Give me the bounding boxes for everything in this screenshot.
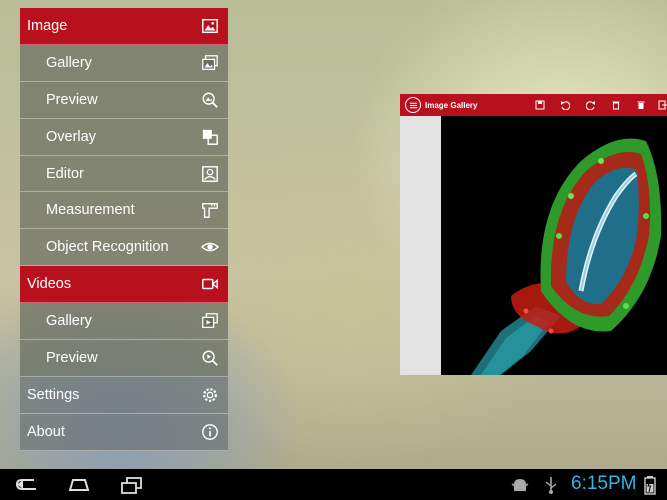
microscopy-image-graphic [441, 116, 667, 375]
video-camera-icon [200, 274, 220, 294]
menu-item-label: Preview [46, 91, 98, 108]
overlay-icon [200, 127, 220, 147]
video-preview-icon [200, 348, 220, 368]
menu-item-label: Gallery [46, 54, 92, 71]
rotate-right-icon[interactable] [584, 98, 598, 112]
menu-item-about[interactable]: About [20, 413, 228, 451]
menu-header-videos-label: Videos [27, 276, 72, 293]
video-gallery-icon [200, 311, 220, 331]
info-icon [200, 422, 220, 442]
back-icon[interactable] [14, 475, 40, 495]
side-menu: Image Gallery Preview Overlay Editor Mea… [20, 8, 228, 451]
menu-item-settings[interactable]: Settings [20, 376, 228, 414]
menu-item-label: Settings [27, 386, 80, 403]
gallery-title: Image Gallery [425, 100, 478, 110]
editor-icon [200, 164, 220, 184]
menu-item-video-preview[interactable]: Preview [20, 340, 228, 377]
android-debug-icon [511, 479, 529, 491]
menu-item-image-preview[interactable]: Preview [20, 81, 228, 119]
menu-item-editor[interactable]: Editor [20, 155, 228, 193]
menu-header-videos[interactable]: Videos [20, 266, 228, 304]
battery-icon [644, 476, 656, 495]
image-gallery-window: Image Gallery [400, 94, 667, 375]
exit-icon[interactable] [656, 98, 667, 112]
menu-item-label: About [27, 423, 65, 440]
hamburger-menu-icon[interactable] [405, 97, 421, 113]
gallery-icon [200, 53, 220, 73]
recent-apps-icon[interactable] [118, 475, 144, 495]
rotate-left-icon[interactable] [558, 98, 572, 112]
menu-item-measurement[interactable]: Measurement [20, 192, 228, 230]
menu-header-image-label: Image [27, 17, 68, 34]
gallery-toolbar: Image Gallery [400, 94, 667, 116]
measurement-icon [200, 200, 220, 220]
menu-item-label: Measurement [46, 202, 135, 219]
menu-header-image[interactable]: Image [20, 8, 228, 45]
menu-item-label: Editor [46, 165, 84, 182]
preview-search-icon [200, 90, 220, 110]
microscopy-image[interactable] [441, 116, 667, 375]
home-icon[interactable] [66, 475, 92, 495]
delete-all-icon[interactable] [634, 98, 648, 112]
menu-item-label: Overlay [46, 128, 96, 145]
menu-item-image-gallery[interactable]: Gallery [20, 44, 228, 82]
menu-item-label: Gallery [46, 313, 92, 330]
delete-icon[interactable] [609, 98, 623, 112]
menu-item-overlay[interactable]: Overlay [20, 118, 228, 156]
save-icon[interactable] [533, 98, 547, 112]
clock: 6:15PM [571, 473, 637, 494]
menu-item-object-recognition[interactable]: Object Recognition [20, 229, 228, 267]
system-navigation-bar: 6:15PM [0, 469, 667, 500]
eye-icon [200, 237, 220, 257]
menu-item-label: Object Recognition [46, 239, 169, 256]
image-icon [200, 16, 220, 36]
gallery-thumbnail-strip[interactable] [400, 116, 441, 375]
usb-icon [545, 477, 557, 494]
menu-item-video-gallery[interactable]: Gallery [20, 303, 228, 341]
gear-icon [200, 385, 220, 405]
menu-item-label: Preview [46, 349, 98, 366]
